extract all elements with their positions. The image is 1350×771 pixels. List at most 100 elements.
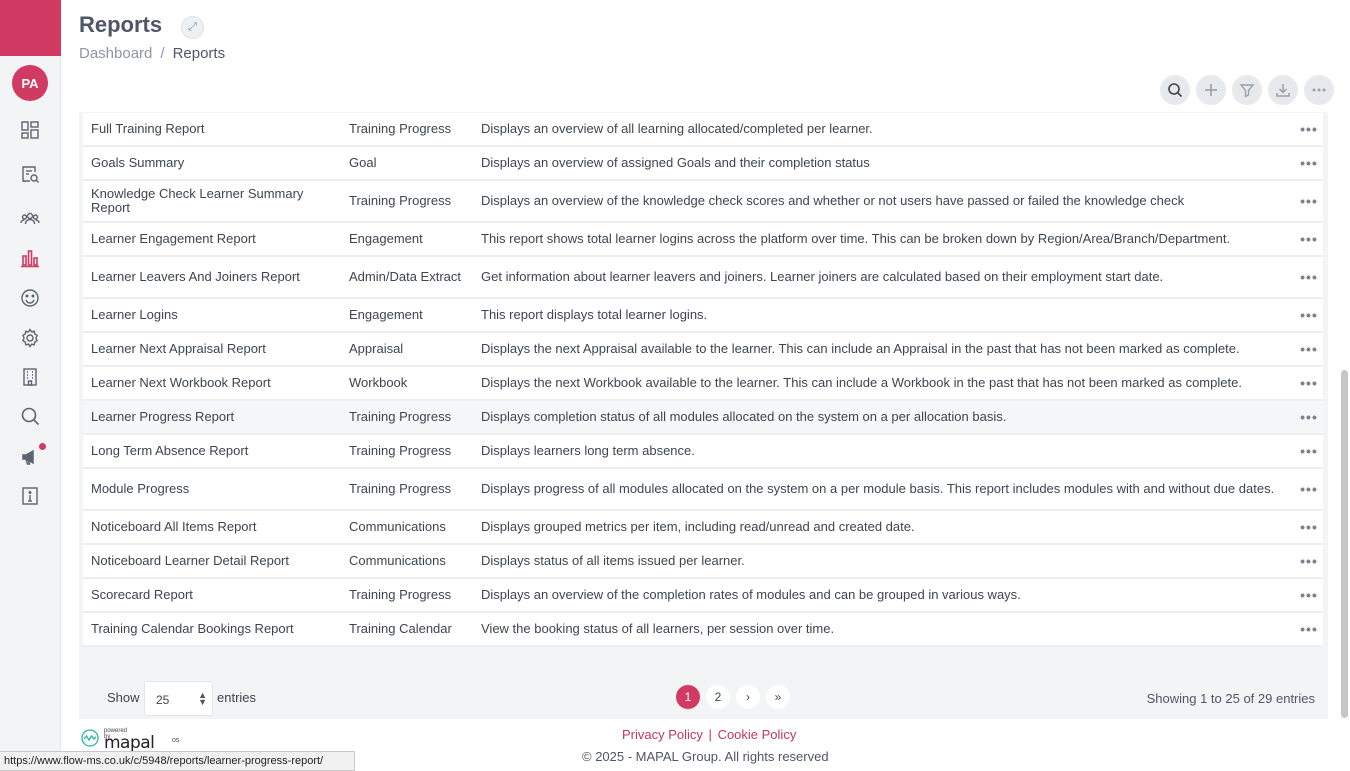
table-row[interactable]: Noticeboard Learner Detail Report Communi…: [83, 545, 1323, 579]
report-description: Displays status of all items issued per …: [481, 553, 745, 568]
report-name[interactable]: Knowledge Check Learner Summary Report: [91, 187, 336, 215]
row-menu-icon[interactable]: •••: [1300, 409, 1318, 425]
page-1-button[interactable]: 1: [676, 685, 700, 709]
table-row[interactable]: Learner Engagement Report Engagement This …: [83, 223, 1323, 257]
expand-icon[interactable]: ⤢: [181, 16, 204, 39]
report-name[interactable]: Full Training Report: [91, 122, 336, 136]
report-category: Appraisal: [349, 341, 404, 356]
report-description: This report displays total learner login…: [481, 307, 708, 322]
row-menu-icon[interactable]: •••: [1300, 307, 1318, 323]
row-menu-icon[interactable]: •••: [1300, 375, 1318, 391]
table-row[interactable]: Learner Next Workbook Report Workbook Disp…: [83, 367, 1323, 401]
search-icon[interactable]: [19, 405, 41, 427]
row-menu-icon[interactable]: •••: [1300, 231, 1318, 247]
table-row[interactable]: Knowledge Check Learner Summary Report Tr…: [83, 181, 1323, 223]
policy-separator: |: [708, 727, 712, 742]
row-menu-icon[interactable]: •••: [1300, 587, 1318, 603]
row-menu-icon[interactable]: •••: [1300, 155, 1318, 171]
table-row[interactable]: Long Term Absence Report Training Progres…: [83, 435, 1323, 469]
report-category: Training Calendar: [349, 621, 452, 636]
row-menu-icon[interactable]: •••: [1300, 269, 1318, 285]
report-name[interactable]: Noticeboard Learner Detail Report: [91, 554, 336, 568]
show-label: Show: [107, 690, 140, 705]
select-arrows-icon: ▲ ▼: [198, 690, 207, 707]
search-button[interactable]: [1160, 75, 1190, 105]
next-page-button[interactable]: ›: [736, 685, 760, 709]
brand-logo[interactable]: [0, 0, 61, 56]
report-name[interactable]: Learner Progress Report: [91, 410, 336, 424]
report-name[interactable]: Learner Next Workbook Report: [91, 376, 336, 390]
table-row[interactable]: Full Training Report Training Progress Dis…: [83, 113, 1323, 147]
smile-icon[interactable]: [19, 287, 41, 309]
more-icon: [1312, 88, 1326, 92]
download-button[interactable]: [1268, 75, 1298, 105]
megaphone-icon[interactable]: [19, 446, 41, 468]
report-category: Workbook: [349, 375, 408, 390]
table-row[interactable]: Scorecard Report Training Progress Display…: [83, 579, 1323, 613]
row-menu-icon[interactable]: •••: [1300, 519, 1318, 535]
building-icon[interactable]: [19, 366, 41, 388]
gear-icon[interactable]: [19, 327, 41, 349]
row-menu-icon[interactable]: •••: [1300, 341, 1318, 357]
table-row[interactable]: Module Progress Training Progress Displays…: [83, 469, 1323, 511]
scrollbar[interactable]: [1341, 370, 1348, 718]
table-row[interactable]: Learner Progress Report Training Progress…: [83, 401, 1323, 435]
pagination: 1 2 › »: [676, 685, 790, 709]
report-search-icon[interactable]: [19, 163, 41, 185]
table-row[interactable]: Learner Next Appraisal Report Appraisal Di…: [83, 333, 1323, 367]
privacy-policy-link[interactable]: Privacy Policy: [622, 727, 703, 742]
row-menu-icon[interactable]: •••: [1300, 553, 1318, 569]
reports-table: Full Training Report Training Progress Dis…: [83, 113, 1323, 647]
people-icon[interactable]: [19, 207, 41, 229]
page-size-select[interactable]: 25 ▲ ▼: [144, 681, 213, 716]
table-row[interactable]: Goals Summary Goal Displays an overview of…: [83, 147, 1323, 181]
add-button[interactable]: [1196, 75, 1226, 105]
table-row[interactable]: Noticeboard All Items Report Communicatio…: [83, 511, 1323, 545]
last-page-button[interactable]: »: [766, 685, 790, 709]
avatar[interactable]: PA: [12, 65, 48, 101]
page-size-value: 25: [156, 693, 170, 707]
report-description: This report shows total learner logins a…: [481, 231, 1231, 246]
report-name[interactable]: Learner Leavers And Joiners Report: [91, 270, 336, 284]
report-category: Engagement: [349, 231, 423, 246]
row-menu-icon[interactable]: •••: [1300, 621, 1318, 637]
report-name[interactable]: Long Term Absence Report: [91, 444, 336, 458]
cookie-policy-link[interactable]: Cookie Policy: [718, 727, 797, 742]
dashboard-icon[interactable]: [19, 119, 41, 141]
table-row[interactable]: Learner Leavers And Joiners Report Admin/…: [83, 257, 1323, 299]
report-name[interactable]: Training Calendar Bookings Report: [91, 622, 336, 636]
breadcrumb: Dashboard / Reports: [79, 45, 225, 62]
report-category: Training Progress: [349, 121, 452, 136]
report-description: Displays learners long term absence.: [481, 443, 695, 458]
filter-button[interactable]: [1232, 75, 1262, 105]
row-menu-icon[interactable]: •••: [1300, 121, 1318, 137]
more-button[interactable]: [1304, 75, 1334, 105]
report-name[interactable]: Scorecard Report: [91, 588, 336, 602]
page-2-button[interactable]: 2: [706, 685, 730, 709]
report-description: View the booking status of all learners,…: [481, 621, 835, 636]
report-category: Training Progress: [349, 193, 452, 208]
report-description: Displays completion status of all module…: [481, 409, 1007, 424]
report-name[interactable]: Noticeboard All Items Report: [91, 520, 336, 534]
table-row[interactable]: Training Calendar Bookings Report Trainin…: [83, 613, 1323, 647]
row-menu-icon[interactable]: •••: [1300, 481, 1318, 497]
reports-chart-icon[interactable]: [19, 247, 41, 269]
row-menu-icon[interactable]: •••: [1300, 193, 1318, 209]
status-bar-url: https://www.flow-ms.co.uk/c/5948/reports…: [0, 751, 355, 771]
report-description: Displays an overview of the knowledge ch…: [481, 193, 1185, 208]
report-name[interactable]: Learner Engagement Report: [91, 232, 336, 246]
report-description: Displays an overview of the completion r…: [481, 587, 1021, 602]
row-menu-icon[interactable]: •••: [1300, 443, 1318, 459]
info-icon[interactable]: [19, 485, 41, 507]
table-row[interactable]: Learner Logins Engagement This report disp…: [83, 299, 1323, 333]
report-name[interactable]: Learner Next Appraisal Report: [91, 342, 336, 356]
report-name[interactable]: Module Progress: [91, 482, 336, 496]
breadcrumb-dashboard[interactable]: Dashboard: [79, 45, 152, 62]
report-name[interactable]: Learner Logins: [91, 308, 336, 322]
notification-dot: [39, 443, 46, 450]
report-description: Get information about learner leavers an…: [481, 269, 1164, 284]
report-name[interactable]: Goals Summary: [91, 156, 336, 170]
report-description: Displays the next Appraisal available to…: [481, 341, 1240, 356]
entries-summary: Showing 1 to 25 of 29 entries: [1146, 691, 1315, 706]
search-icon: [1168, 83, 1183, 98]
